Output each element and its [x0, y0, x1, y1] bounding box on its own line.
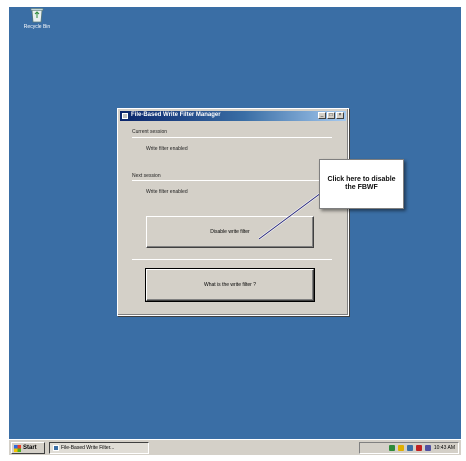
app-icon — [53, 445, 59, 451]
start-button[interactable]: Start — [11, 442, 45, 454]
callout-box: Click here to disable the FBWF — [319, 159, 404, 209]
taskbar-item-fbwf-manager[interactable]: File-Based Write Filter... — [49, 442, 149, 454]
clock: 10:43 AM — [433, 445, 455, 451]
volume-icon[interactable] — [424, 445, 431, 451]
taskbar-item-label: File-Based Write Filter... — [61, 445, 115, 451]
write-filter-tray-icon[interactable] — [415, 445, 422, 451]
display-icon[interactable] — [406, 445, 413, 451]
desktop: Recycle Bin File-Based Write Filter Mana… — [9, 7, 461, 455]
network-icon[interactable] — [388, 445, 395, 451]
callout-pointer — [258, 192, 322, 240]
start-label: Start — [23, 445, 37, 451]
security-icon[interactable] — [397, 445, 404, 451]
windows-logo-icon — [14, 444, 21, 452]
system-tray: 10:43 AM — [359, 442, 459, 454]
taskbar: Start File-Based Write Filter... 10:43 A… — [9, 439, 461, 455]
